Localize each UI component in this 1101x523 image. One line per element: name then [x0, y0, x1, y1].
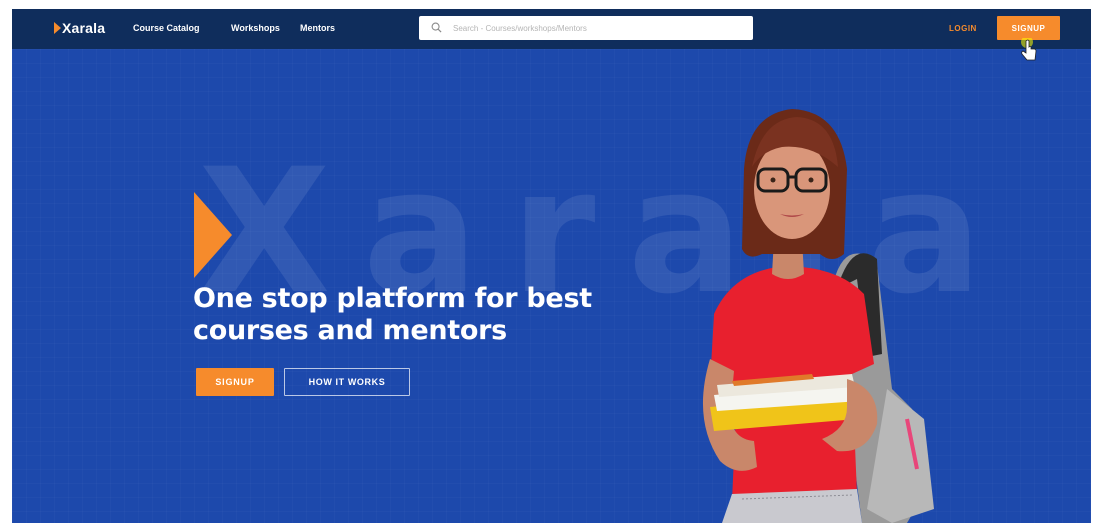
brand-arrow-icon — [194, 192, 232, 278]
student-hero-image — [702, 109, 934, 523]
pointer-cursor-icon — [1021, 38, 1037, 61]
nav-link-workshops[interactable]: Workshops — [231, 23, 280, 33]
nav-link-course-catalog[interactable]: Course Catalog — [133, 23, 200, 33]
how-it-works-button[interactable]: HOW IT WORKS — [284, 368, 410, 396]
hero-signup-button[interactable]: SIGNUP — [196, 368, 274, 396]
search-icon — [431, 22, 442, 33]
browser-viewport: Xarala Course Catalog Workshops Mentors … — [12, 9, 1091, 523]
hero-headline: One stop platform for best courses and m… — [193, 283, 613, 347]
hero-section: Xarala One stop platform for best course… — [12, 49, 1091, 523]
nav-link-mentors[interactable]: Mentors — [300, 23, 335, 33]
logo-text: Xarala — [62, 20, 106, 36]
site-logo[interactable]: Xarala — [54, 20, 105, 36]
top-navbar: Xarala Course Catalog Workshops Mentors … — [12, 9, 1091, 49]
logo-arrow-icon — [54, 22, 61, 34]
hero-headline-line2: courses and mentors — [193, 315, 507, 346]
login-link[interactable]: LOGIN — [949, 24, 977, 33]
hero-headline-line1: One stop platform for best — [193, 283, 592, 314]
signup-button-top[interactable]: SIGNUP — [997, 16, 1060, 40]
search-bar[interactable] — [419, 16, 753, 40]
search-input[interactable] — [453, 20, 743, 36]
